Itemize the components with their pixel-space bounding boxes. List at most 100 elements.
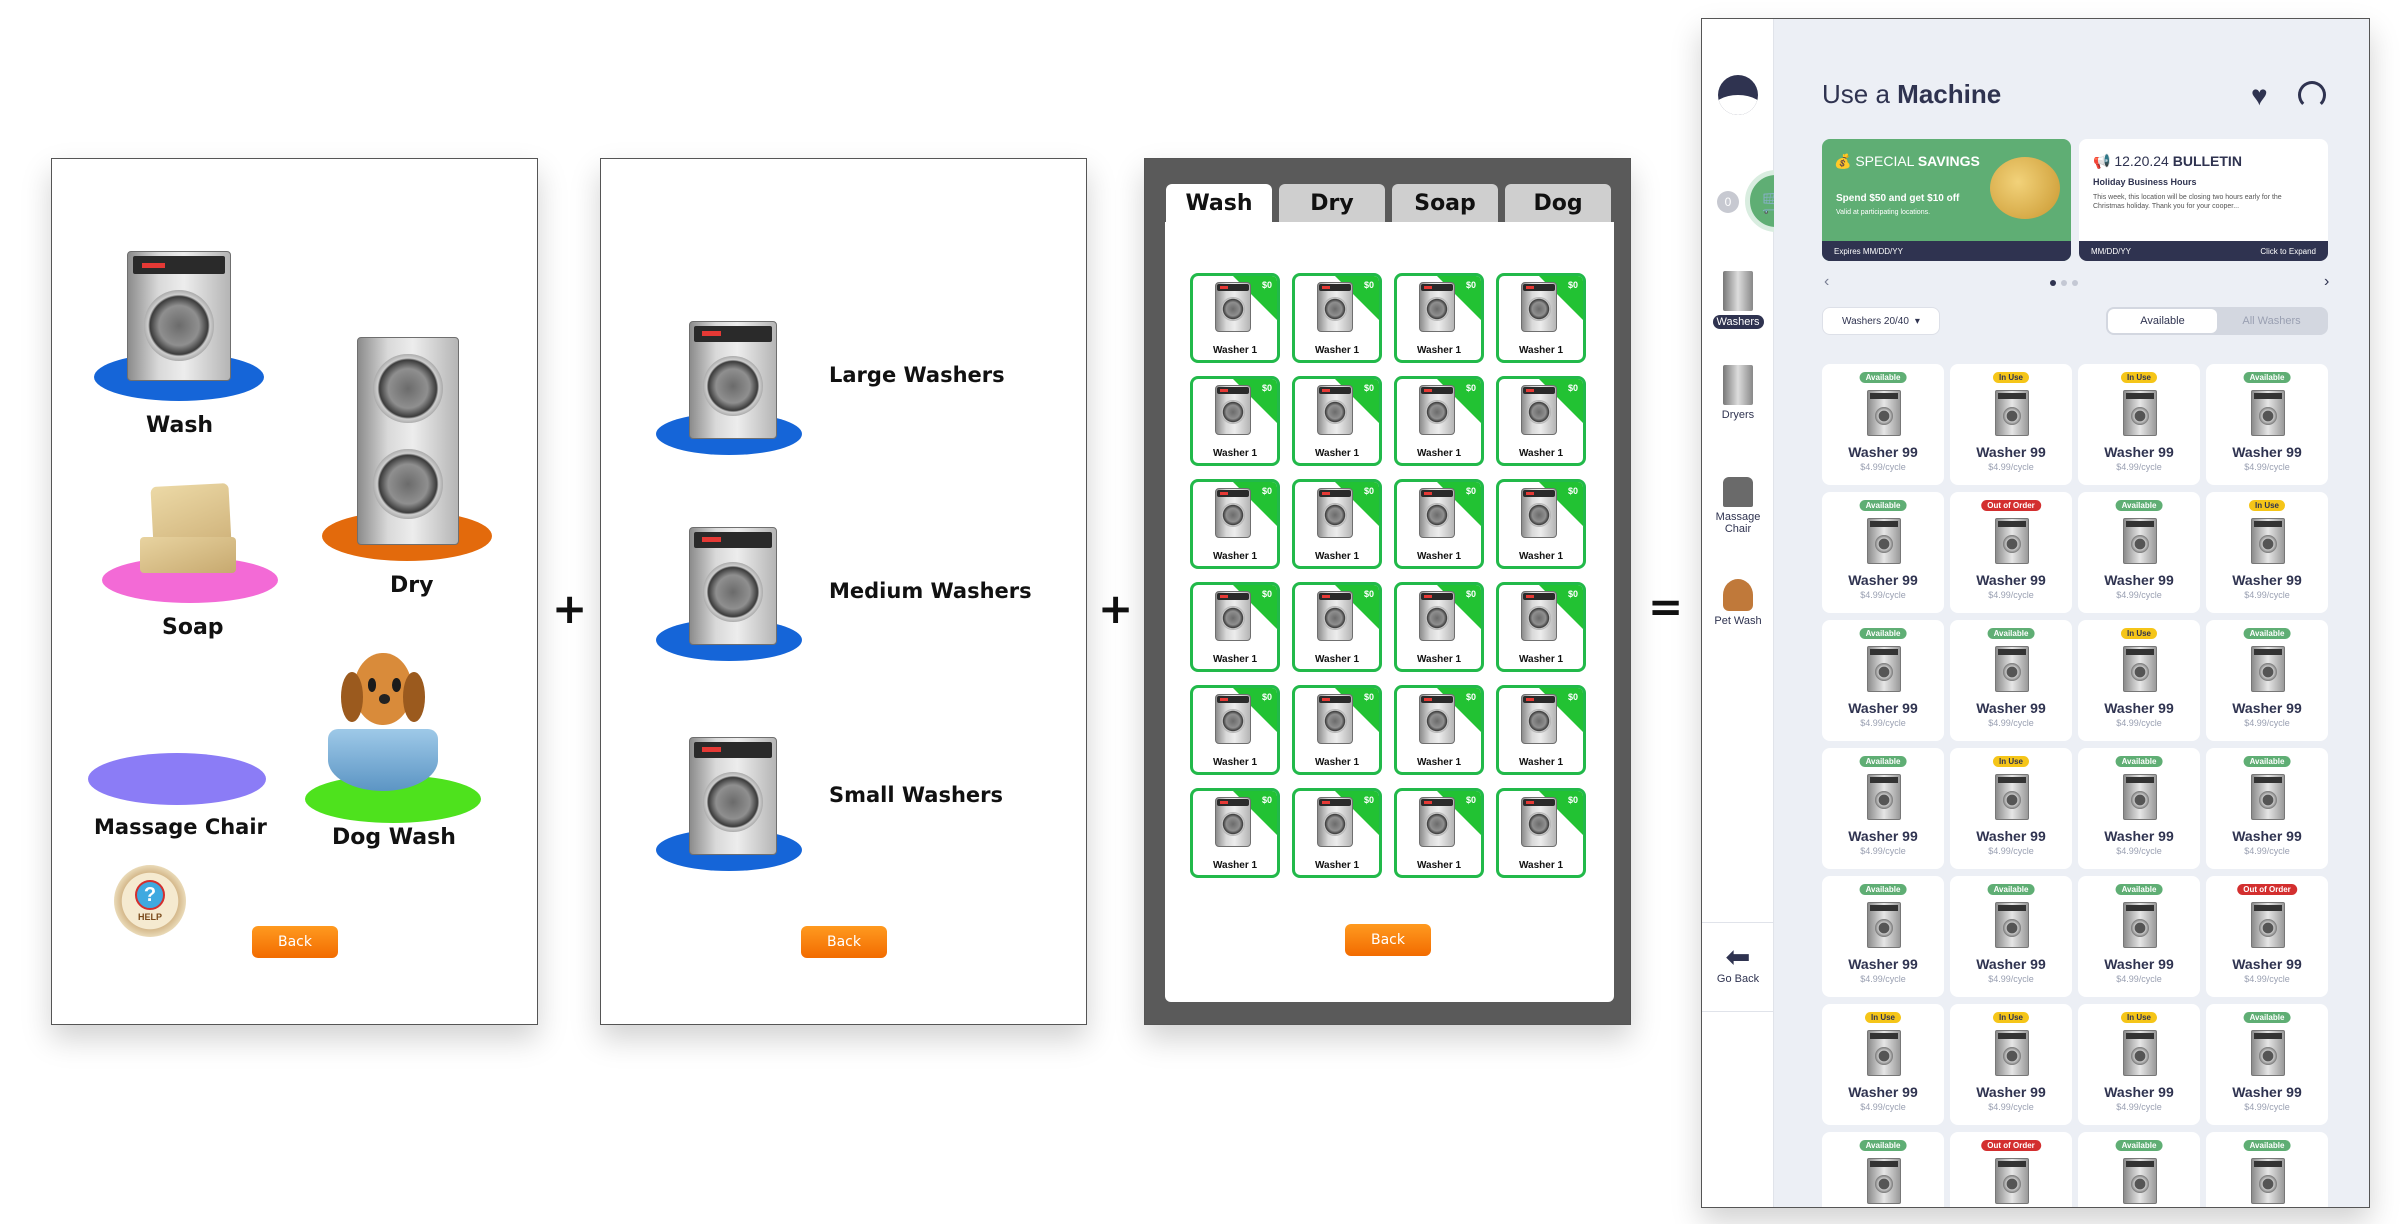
washer-card[interactable]: $0 Washer 1	[1292, 273, 1382, 363]
machine-card[interactable]: AvailableWasher 99$4.99/cycle	[1822, 364, 1944, 485]
machine-card[interactable]: In Use Washer 99 $4.99/cycle	[2206, 492, 2328, 613]
machine-card[interactable]: AvailableWasher 99$4.99/cycle	[2206, 364, 2328, 485]
soap-bar-icon[interactable]	[140, 477, 236, 573]
large-washers-label[interactable]: Large Washers	[829, 363, 1005, 387]
sidebar-item-massage-chair[interactable]: Massage Chair	[1702, 477, 1774, 535]
machine-card[interactable]: In Use Washer 99 $4.99/cycle	[1822, 1004, 1944, 1125]
machine-card[interactable]: AvailableWasher 99$4.99/cycle	[2206, 1132, 2328, 1207]
machine-card[interactable]: AvailableWasher 99$4.99/cycle	[2206, 620, 2328, 741]
medium-washers-label[interactable]: Medium Washers	[829, 579, 1032, 603]
bulletin-date-foot: MM/DD/YY	[2091, 246, 2131, 256]
washer-filter-dropdown[interactable]: Washers 20/40 ▾	[1822, 307, 1940, 335]
washer-card[interactable]: $0 Washer 1	[1394, 479, 1484, 569]
machine-card[interactable]: In Use Washer 99 $4.99/cycle	[1950, 748, 2072, 869]
massage-chair-label[interactable]: Massage Chair	[94, 815, 267, 839]
machine-card[interactable]: In Use Washer 99 $4.99/cycle	[1950, 364, 2072, 485]
wash-label[interactable]: Wash	[146, 413, 213, 438]
washer-card[interactable]: $0 Washer 1	[1394, 273, 1484, 363]
promo-expiry: Expires MM/DD/YY	[1834, 246, 1903, 256]
machine-card[interactable]: AvailableWasher 99$4.99/cycle	[2206, 1004, 2328, 1125]
toggle-available[interactable]: Available	[2108, 309, 2217, 333]
back-button[interactable]: Back	[252, 926, 338, 958]
tab-wash[interactable]: Wash	[1166, 184, 1272, 222]
machine-card[interactable]: AvailableWasher 99$4.99/cycle	[2078, 492, 2200, 613]
dog-icon[interactable]	[328, 653, 438, 791]
machine-card[interactable]: AvailableWasher 99$4.99/cycle	[2078, 1132, 2200, 1207]
washer-card[interactable]: $0 Washer 1	[1496, 582, 1586, 672]
support-headset-icon[interactable]	[2298, 81, 2326, 109]
washer-card[interactable]: $0 Washer 1	[1190, 582, 1280, 672]
sidebar-item-dryers[interactable]: Dryers	[1702, 365, 1774, 421]
dog-wash-label[interactable]: Dog Wash	[332, 825, 456, 850]
washer-card[interactable]: $0 Washer 1	[1496, 479, 1586, 569]
massage-chair-platform[interactable]	[88, 753, 266, 805]
washer-card[interactable]: $0 Washer 1	[1394, 376, 1484, 466]
washer-card[interactable]: $0 Washer 1	[1190, 479, 1280, 569]
card-price: $0	[1261, 589, 1272, 599]
washer-card[interactable]: $0 Washer 1	[1496, 788, 1586, 878]
machine-card[interactable]: Out of OrderWasher 99$4.99/cycle	[2206, 876, 2328, 997]
small-washers-label[interactable]: Small Washers	[829, 783, 1003, 807]
washer-card[interactable]: $0 Washer 1	[1292, 685, 1382, 775]
washer-card[interactable]: $0 Washer 1	[1292, 479, 1382, 569]
help-badge-icon[interactable]: ? HELP	[114, 865, 186, 937]
machine-card[interactable]: AvailableWasher 99$4.99/cycle	[2078, 876, 2200, 997]
machine-card[interactable]: In Use Washer 99 $4.99/cycle	[2078, 364, 2200, 485]
back-button[interactable]: Back	[801, 926, 887, 958]
washer-card[interactable]: $0 Washer 1	[1496, 273, 1586, 363]
machine-card[interactable]: In Use Washer 99 $4.99/cycle	[2078, 620, 2200, 741]
massage-chair-icon	[1723, 477, 1753, 507]
favorites-heart-icon[interactable]: ♥	[2251, 82, 2268, 110]
tab-dog[interactable]: Dog	[1505, 184, 1611, 222]
medium-washer-icon[interactable]	[689, 527, 777, 645]
small-washer-icon[interactable]	[689, 737, 777, 855]
washer-card[interactable]: $0 Washer 1	[1292, 376, 1382, 466]
machine-card[interactable]: In Use Washer 99 $4.99/cycle	[2078, 1004, 2200, 1125]
machine-card[interactable]: Out of OrderWasher 99$4.99/cycle	[1950, 1132, 2072, 1207]
machine-card[interactable]: AvailableWasher 99$4.99/cycle	[1822, 620, 1944, 741]
machine-card[interactable]: AvailableWasher 99$4.99/cycle	[1822, 1132, 1944, 1207]
washer-icon	[1317, 488, 1353, 538]
washer-card[interactable]: $0 Washer 1	[1496, 685, 1586, 775]
wash-washer-icon[interactable]	[127, 251, 231, 381]
large-washer-icon[interactable]	[689, 321, 777, 439]
machine-card[interactable]: AvailableWasher 99$4.99/cycle	[1822, 492, 1944, 613]
machine-card[interactable]: AvailableWasher 99$4.99/cycle	[1950, 876, 2072, 997]
washer-icon	[1215, 488, 1251, 538]
washer-card[interactable]: $0 Washer 1	[1394, 788, 1484, 878]
toggle-all-washers[interactable]: All Washers	[2217, 309, 2326, 333]
washer-card[interactable]: $0 Washer 1	[1394, 685, 1484, 775]
sidebar-item-pet-wash[interactable]: Pet Wash	[1702, 579, 1774, 627]
machine-card[interactable]: AvailableWasher 99$4.99/cycle	[1822, 876, 1944, 997]
machine-card[interactable]: Out of OrderWasher 99$4.99/cycle	[1950, 492, 2072, 613]
sidebar-item-washers[interactable]: Washers	[1702, 271, 1774, 329]
expand-link[interactable]: Click to Expand	[2260, 247, 2316, 256]
status-badge: Available	[2115, 756, 2163, 767]
tab-soap[interactable]: Soap	[1392, 184, 1498, 222]
washer-icon	[1995, 518, 2029, 564]
promo-card[interactable]: 💰 SPECIAL SAVINGS Spend $50 and get $10 …	[1822, 139, 2071, 261]
chevron-left-icon[interactable]: ‹	[1824, 273, 1829, 291]
go-back-button[interactable]: ⬅ Go Back	[1702, 922, 1774, 1012]
washer-card[interactable]: $0 Washer 1	[1190, 376, 1280, 466]
soap-label[interactable]: Soap	[162, 615, 224, 640]
washer-card[interactable]: $0 Washer 1	[1496, 376, 1586, 466]
machine-card[interactable]: AvailableWasher 99$4.99/cycle	[2078, 748, 2200, 869]
washer-card[interactable]: $0 Washer 1	[1190, 273, 1280, 363]
washer-card[interactable]: $0 Washer 1	[1292, 788, 1382, 878]
tab-dry[interactable]: Dry	[1279, 184, 1385, 222]
machine-card[interactable]: In Use Washer 99 $4.99/cycle	[1950, 1004, 2072, 1125]
washer-card[interactable]: $0 Washer 1	[1394, 582, 1484, 672]
washer-card[interactable]: $0 Washer 1	[1190, 788, 1280, 878]
washer-card[interactable]: $0 Washer 1	[1190, 685, 1280, 775]
machine-card[interactable]: AvailableWasher 99$4.99/cycle	[1822, 748, 1944, 869]
washer-icon	[1995, 774, 2029, 820]
chevron-right-icon[interactable]: ›	[2324, 273, 2329, 291]
dry-label[interactable]: Dry	[390, 573, 433, 598]
back-button[interactable]: Back	[1345, 924, 1431, 956]
dry-stacked-dryer-icon[interactable]	[357, 337, 459, 545]
bulletin-card[interactable]: 📢 12.20.24 BULLETIN Holiday Business Hou…	[2079, 139, 2328, 261]
machine-card[interactable]: AvailableWasher 99$4.99/cycle	[1950, 620, 2072, 741]
washer-card[interactable]: $0 Washer 1	[1292, 582, 1382, 672]
machine-card[interactable]: AvailableWasher 99$4.99/cycle	[2206, 748, 2328, 869]
